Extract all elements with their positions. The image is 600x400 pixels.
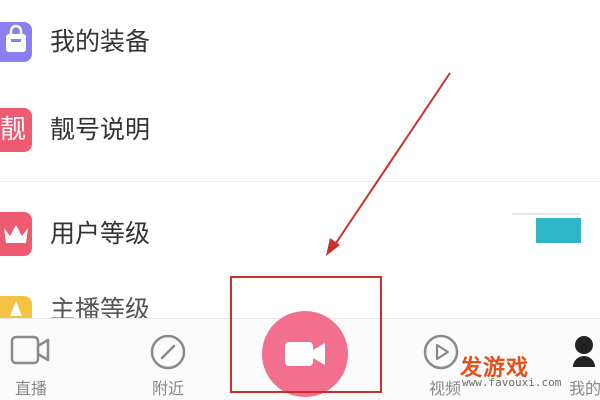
watermark-url: www.favouxi.com xyxy=(462,376,562,389)
annotation-arrow-icon xyxy=(326,72,451,256)
site-watermark: 发游戏 www.favouxi.com xyxy=(456,350,594,389)
